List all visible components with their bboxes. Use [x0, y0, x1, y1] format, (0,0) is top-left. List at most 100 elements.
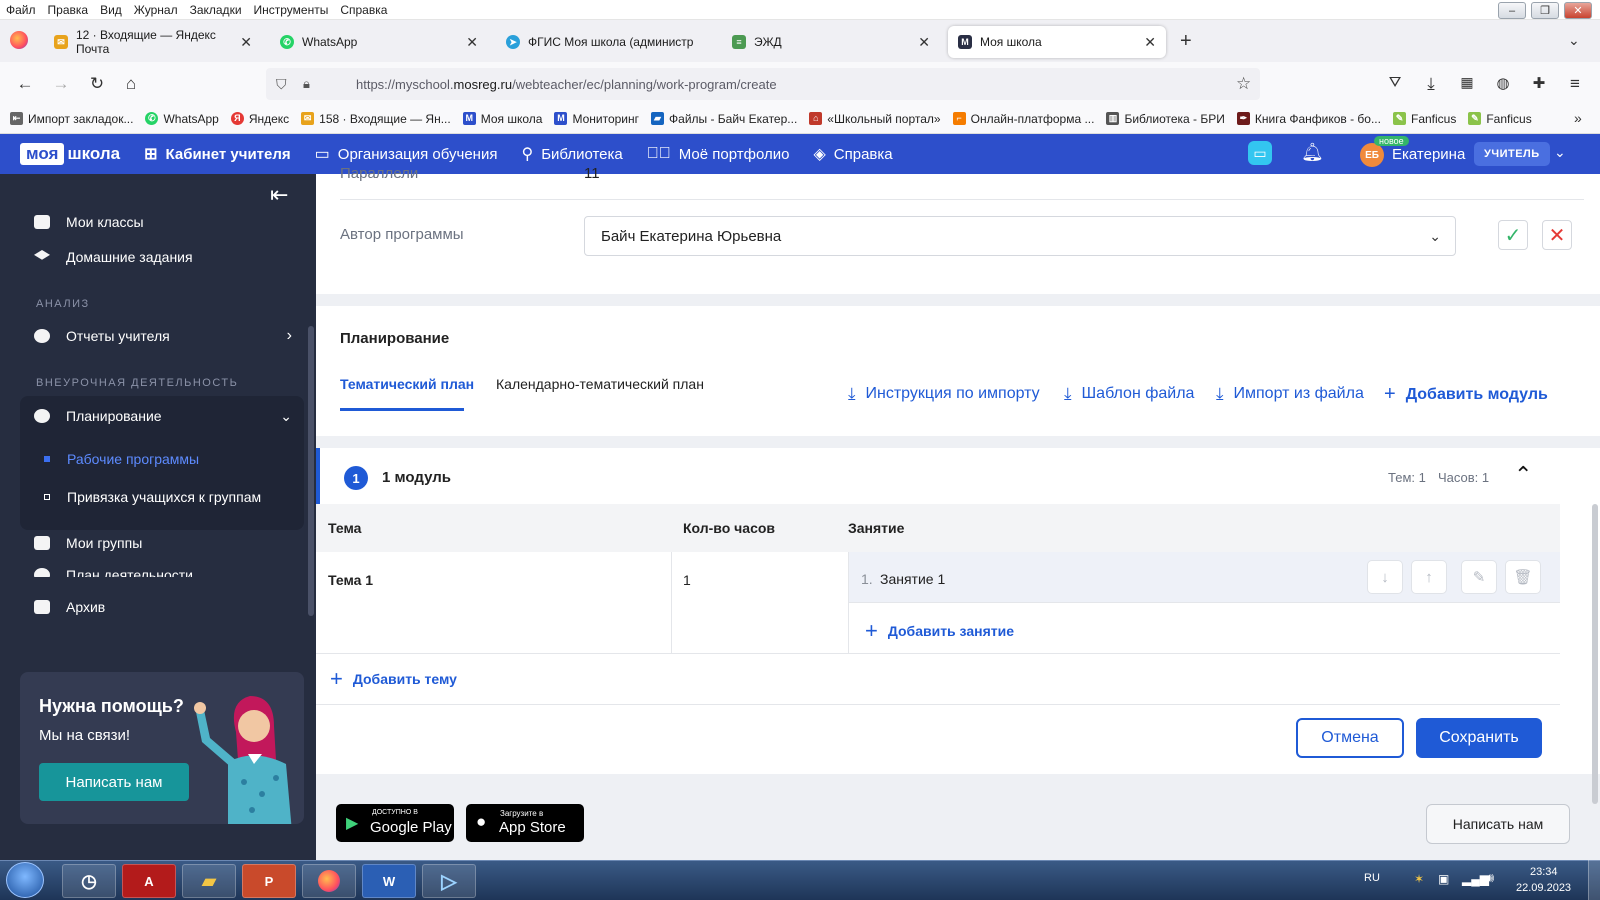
bell-icon[interactable]: 🔔︎ [1301, 142, 1324, 163]
google-play-badge[interactable]: ▶ ДОСТУПНО В Google Play [336, 804, 454, 842]
close-icon[interactable]: ✕ [918, 34, 930, 51]
sidebar-item-activity-plan[interactable]: План деятельности [34, 567, 284, 577]
download-icon[interactable]: ⤓ [1420, 74, 1442, 94]
close-icon[interactable]: ✕ [1144, 34, 1156, 51]
maximize-window-button[interactable]: ❐ [1531, 2, 1559, 19]
add-lesson-link[interactable]: + Добавить занятие [865, 618, 1014, 644]
new-tab-button[interactable]: + [1180, 30, 1192, 53]
lesson-name[interactable]: Занятие 1 [880, 571, 945, 587]
chevron-down-icon[interactable]: ⌄ [1568, 32, 1580, 49]
save-button[interactable]: Сохранить [1416, 718, 1542, 758]
app-store-badge[interactable]: ● Загрузите в App Store [466, 804, 584, 842]
bookmark-item[interactable]: ⌂ «Школьный портал» [809, 112, 941, 126]
nav-teacher-cabinet[interactable]: ⊞ Кабинет учителя [144, 144, 291, 164]
tab-thematic-plan[interactable]: Тематический план [340, 376, 474, 392]
tab-fgis[interactable]: ➤ ФГИС Моя школа (администр [496, 26, 714, 58]
nav-library[interactable]: ⚲ Библиотека [521, 144, 622, 164]
add-topic-link[interactable]: + Добавить тему [330, 666, 457, 692]
confirm-button[interactable]: ✓ [1498, 220, 1528, 250]
lock-icon[interactable]: 🔒︎ [303, 76, 310, 92]
taskbar-powerpoint[interactable]: P [242, 864, 296, 898]
bookmark-item[interactable]: ✉ 158 · Входящие — Ян... [301, 112, 451, 126]
menu-icon[interactable]: ≡ [1564, 74, 1586, 94]
taskbar-explorer[interactable]: ▰ [182, 864, 236, 898]
sidebar-item-homework[interactable]: Домашние задания [34, 249, 193, 265]
nav-help[interactable]: ◈ Справка [813, 144, 892, 164]
write-us-button[interactable]: Написать нам [39, 763, 189, 801]
show-desktop-button[interactable] [1588, 860, 1600, 900]
bookmark-item[interactable]: ▰ Файлы - Байч Екатер... [651, 112, 797, 126]
menu-file[interactable]: Файл [6, 3, 36, 17]
menu-bookmarks[interactable]: Закладки [190, 3, 242, 17]
more-bookmarks-icon[interactable]: » [1574, 110, 1582, 126]
taskbar-word[interactable]: W [362, 864, 416, 898]
taskbar-clock-app[interactable]: ◷ [62, 864, 116, 898]
file-template-link[interactable]: ⤓ Шаблон файла [1064, 384, 1194, 404]
menu-history[interactable]: Журнал [134, 3, 178, 17]
move-down-button[interactable]: ↓ [1367, 560, 1403, 594]
bookmark-star-icon[interactable]: ☆ [1236, 74, 1251, 94]
cancel-button[interactable]: Отмена [1296, 718, 1404, 758]
bookmark-item[interactable]: M Моя школа [462, 112, 542, 126]
bookmark-item[interactable]: M Мониторинг [554, 112, 639, 126]
cancel-edit-button[interactable]: ✕ [1542, 220, 1572, 250]
nav-organization[interactable]: ▭ Организация обучения [315, 144, 498, 164]
app-logo[interactable]: моя школа [20, 143, 120, 165]
topic-hours[interactable]: 1 [683, 572, 691, 588]
import-instruction-link[interactable]: ⤓ Инструкция по импорту [848, 384, 1040, 404]
reload-icon[interactable]: ↻ [86, 74, 108, 94]
write-us-footer-button[interactable]: Написать нам [1426, 804, 1570, 844]
menu-edit[interactable]: Правка [48, 3, 89, 17]
bookmark-item[interactable]: ✎ Fanficus [1392, 112, 1456, 126]
sidebar-item-archive[interactable]: Архив [34, 599, 105, 615]
menu-view[interactable]: Вид [100, 3, 122, 17]
sidebar-item-my-groups[interactable]: Мои группы [34, 535, 142, 551]
tab-calendar-plan[interactable]: Календарно-тематический план [496, 376, 704, 392]
tab-ezhd[interactable]: ≡ ЭЖД ✕ [722, 26, 940, 58]
nav-portfolio[interactable]: ✓⃝ Моё портфолио [647, 145, 790, 163]
chat-icon[interactable]: ▭ [1248, 141, 1272, 165]
edit-button[interactable]: ✎ [1461, 560, 1497, 594]
sidebar-subitem-groups[interactable]: Привязка учащихся к группам [67, 489, 261, 505]
bookmark-item[interactable]: ✒ Книга Фанфиков - бо... [1236, 112, 1381, 126]
menu-tools[interactable]: Инструменты [254, 3, 329, 17]
bookmark-item[interactable]: ✆ WhatsApp [145, 112, 219, 126]
bookmark-item[interactable]: ⇤ Импорт закладок... [10, 112, 133, 126]
bookmark-item[interactable]: ✎ Fanficus [1468, 112, 1532, 126]
minimize-window-button[interactable]: – [1498, 2, 1526, 19]
tab-whatsapp[interactable]: ✆ WhatsApp ✕ [270, 26, 488, 58]
user-name[interactable]: Екатерина [1392, 146, 1465, 163]
sidebar-item-my-classes[interactable]: Мои классы [34, 214, 144, 230]
shield-icon[interactable]: ⛉ [276, 76, 287, 93]
url-bar[interactable]: https://myschool. mosreg.ru/webteacher/ec… [266, 68, 1260, 100]
back-icon[interactable]: ← [14, 74, 36, 94]
sidebar-item-reports[interactable]: Отчеты учителя › [34, 327, 292, 344]
chevron-down-icon[interactable]: ⌄ [1554, 144, 1566, 161]
pocket-icon[interactable]: ⛛ [1384, 74, 1406, 91]
bookmark-item[interactable]: Я Яндекс [230, 112, 289, 126]
topic-name[interactable]: Тема 1 [328, 572, 373, 588]
sidebar-scrollbar[interactable] [308, 326, 314, 616]
home-icon[interactable]: ⌂ [120, 74, 142, 94]
tray-network-icon[interactable]: ✶ [1414, 872, 1424, 886]
language-indicator[interactable]: RU [1364, 872, 1380, 884]
taskbar-player[interactable]: ▷ [422, 864, 476, 898]
tab-myschool[interactable]: M Моя школа ✕ [948, 26, 1166, 58]
tab-yandex-mail[interactable]: ✉ 12 · Входящие — Яндекс Почта ✕ [44, 26, 262, 58]
add-module-link[interactable]: + Добавить модуль [1384, 383, 1548, 406]
collapse-module-icon[interactable]: ⌃ [1514, 462, 1532, 488]
volume-icon[interactable]: 🔊︎ [1486, 870, 1494, 886]
menu-help[interactable]: Справка [340, 3, 387, 17]
firefox-icon[interactable] [10, 31, 28, 49]
close-window-button[interactable]: ✕ [1564, 2, 1592, 19]
puzzle-icon[interactable]: ✚ [1528, 74, 1550, 92]
close-icon[interactable]: ✕ [240, 34, 252, 51]
author-select[interactable]: Байч Екатерина Юрьевна ⌄ [584, 216, 1456, 256]
taskbar-firefox[interactable] [302, 864, 356, 898]
import-from-file-link[interactable]: ⤓ Импорт из файла [1216, 384, 1364, 404]
bookmark-item[interactable]: ▥ Библиотека - БРИ [1106, 112, 1225, 126]
extension-icon[interactable]: ▦ [1456, 74, 1478, 91]
signal-icon[interactable]: ▂▄▆ [1462, 872, 1489, 886]
close-icon[interactable]: ✕ [466, 34, 478, 51]
sidebar-subitem-programs[interactable]: Рабочие программы [67, 451, 199, 467]
